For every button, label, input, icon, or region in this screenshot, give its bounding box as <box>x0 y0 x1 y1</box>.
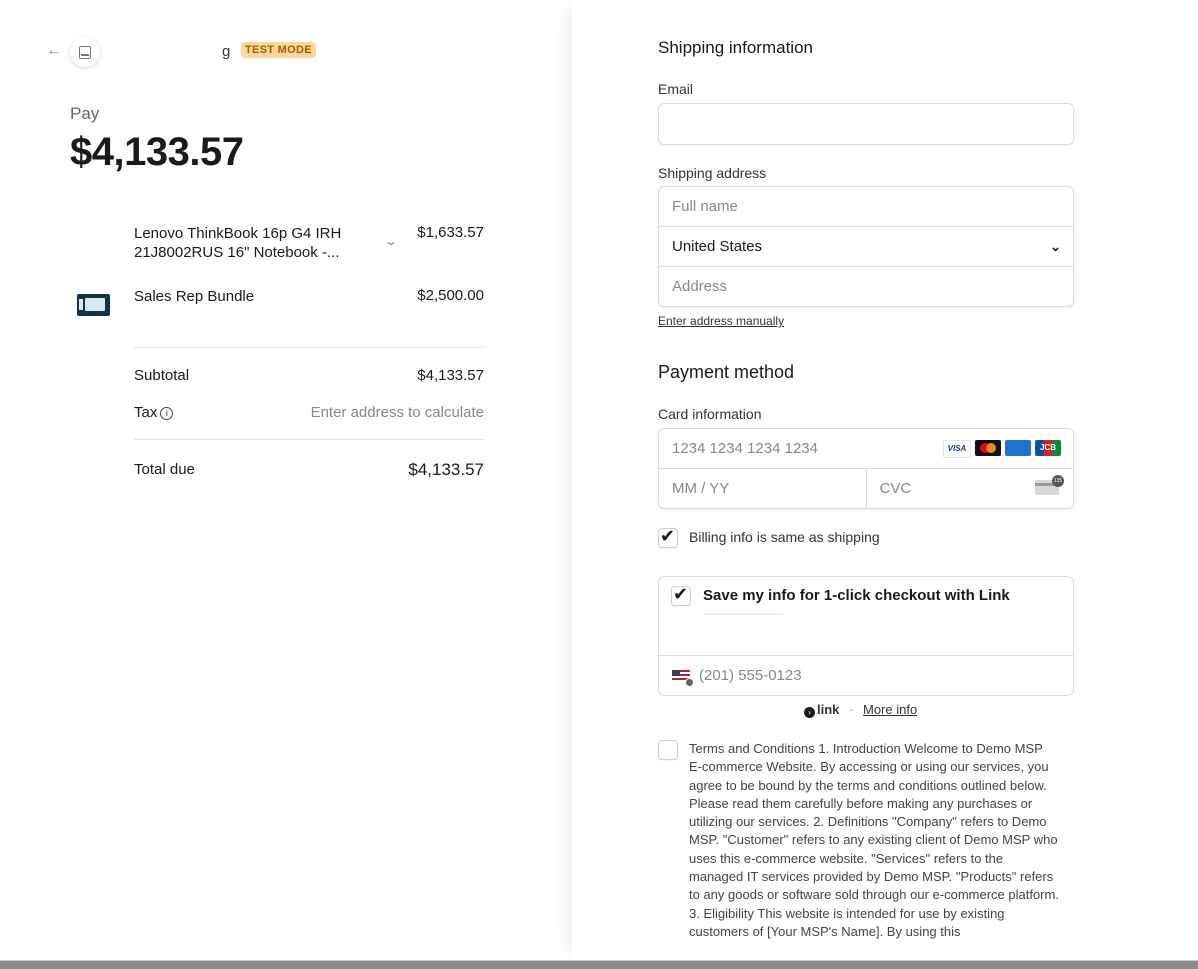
chevron-down-icon[interactable]: ⌄ <box>384 234 398 248</box>
chevron-down-icon: ⌄ <box>1050 239 1061 254</box>
save-info-checkbox[interactable] <box>671 584 691 606</box>
tax-value: Enter address to calculate <box>310 404 484 421</box>
total-label: Total due <box>134 461 195 478</box>
link-footer: › link · More info <box>804 702 917 718</box>
line-item-name: Sales Rep Bundle <box>134 288 255 305</box>
link-logo: link <box>817 702 840 717</box>
tax-label: Tax <box>134 404 158 421</box>
link-save-box: Save my info for 1-click checkout with L… <box>658 576 1074 696</box>
info-icon[interactable]: i <box>160 407 174 420</box>
pay-label: Pay <box>70 104 100 123</box>
save-info-label: Save my info for 1-click checkout with L… <box>703 587 1010 604</box>
store-icon <box>79 45 91 59</box>
line-item-price: $1,633.57 <box>417 224 484 241</box>
total-row: Total due $4,133.57 <box>134 460 484 479</box>
email-value[interactable] <box>659 104 1073 143</box>
email-label: Email <box>658 81 694 97</box>
email-field[interactable] <box>658 103 1074 145</box>
merchant-logo[interactable] <box>70 37 100 67</box>
subtotal-value: $4,133.57 <box>417 367 484 384</box>
save-info-subtext <box>703 613 783 615</box>
expiry-input[interactable]: MM / YY <box>659 469 867 508</box>
shipping-address-label: Shipping address <box>658 165 767 181</box>
card-information-group: 1234 1234 1234 1234 VISA JCB MM / YY CVC <box>658 428 1074 509</box>
cvc-input[interactable]: CVC <box>867 469 1074 508</box>
country-picker-icon[interactable] <box>685 678 694 687</box>
divider <box>134 439 484 440</box>
card-brands: VISA JCB <box>943 440 1061 458</box>
pay-amount: $4,133.57 <box>70 130 244 174</box>
terms-checkbox[interactable] <box>658 740 678 760</box>
cvc-card-icon <box>1035 475 1064 495</box>
merchant-name: g <box>222 43 231 60</box>
subtotal-row: Subtotal $4,133.57 <box>134 367 484 384</box>
separator: · <box>849 702 854 717</box>
product-thumbnail <box>77 294 110 316</box>
more-info-link[interactable]: More info <box>863 702 917 717</box>
shipping-address-group: Full name United States ⌄ Address <box>658 186 1074 307</box>
card-information-label: Card information <box>658 406 762 422</box>
line-item-price: $2,500.00 <box>417 287 484 304</box>
enter-address-manually-link[interactable]: Enter address manually <box>658 314 784 328</box>
line-item-name: Lenovo ThinkBook 16p G4 IRH 21J8002RUS 1… <box>134 225 342 261</box>
card-number-input[interactable]: 1234 1234 1234 1234 VISA JCB <box>659 429 1073 469</box>
mastercard-icon <box>975 440 1001 456</box>
back-arrow-icon[interactable]: ← <box>46 42 62 60</box>
link-logo-icon: › <box>804 707 815 718</box>
address-input[interactable]: Address <box>659 267 1073 306</box>
card-number-placeholder: 1234 1234 1234 1234 <box>672 440 818 457</box>
terms-text: Terms and Conditions 1. Introduction Wel… <box>689 741 1059 939</box>
total-value: $4,133.57 <box>408 460 484 479</box>
jcb-icon: JCB <box>1035 440 1061 456</box>
full-name-input[interactable]: Full name <box>659 187 1073 227</box>
shipping-title: Shipping information <box>658 38 813 57</box>
payment-title: Payment method <box>658 362 795 382</box>
billing-same-checkbox[interactable] <box>658 526 678 548</box>
divider <box>134 347 484 348</box>
visa-icon: VISA <box>943 440 971 458</box>
tax-row: Tax i Enter address to calculate <box>134 404 484 421</box>
test-mode-badge: TEST MODE <box>241 42 316 58</box>
phone-placeholder: (201) 555-0123 <box>699 667 802 684</box>
line-item: Lenovo ThinkBook 16p G4 IRH 21J8002RUS 1… <box>134 224 484 262</box>
amex-icon <box>1005 440 1031 456</box>
cvc-placeholder: CVC <box>879 480 912 497</box>
line-item: Sales Rep Bundle $2,500.00 <box>134 287 484 306</box>
billing-same-label: Billing info is same as shipping <box>689 529 880 545</box>
country-select[interactable]: United States ⌄ <box>659 227 1073 267</box>
country-value: United States <box>672 238 763 255</box>
order-summary-panel: ← g TEST MODE Pay $4,133.57 Lenovo Think… <box>0 0 572 960</box>
subtotal-label: Subtotal <box>134 367 190 384</box>
phone-input[interactable]: (201) 555-0123 <box>659 655 1073 695</box>
